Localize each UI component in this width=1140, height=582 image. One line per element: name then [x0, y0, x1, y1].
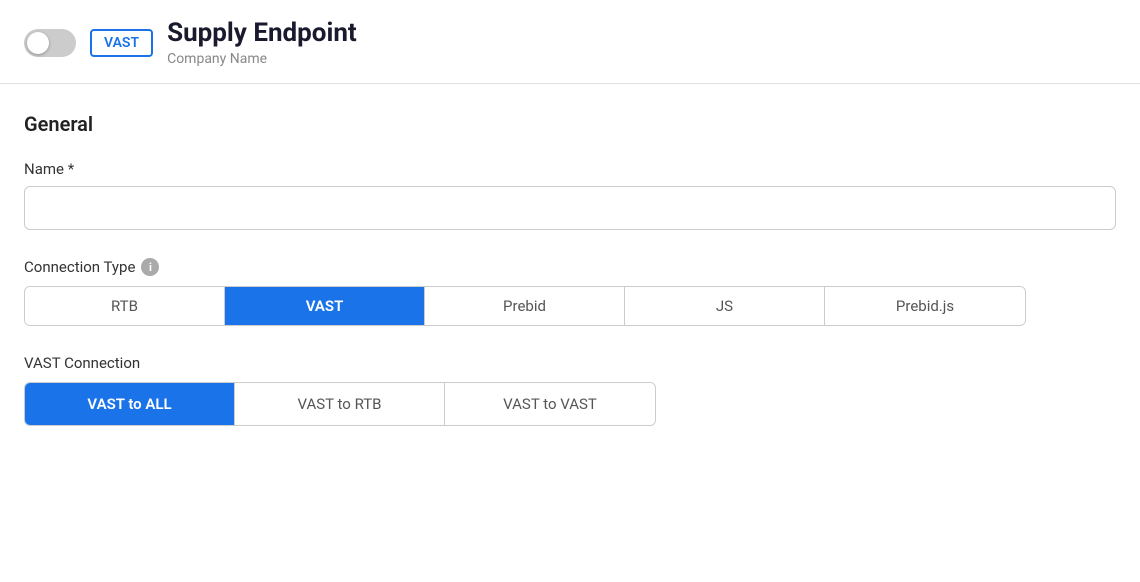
company-name-label: Company Name [167, 51, 357, 67]
vast-connection-label: VAST Connection [24, 354, 1116, 372]
connection-type-rtb-button[interactable]: RTB [25, 287, 225, 325]
connection-type-label: Connection Type i [24, 258, 1116, 276]
toggle-track [24, 29, 76, 57]
main-content: General Name * Connection Type i RTB VAS… [0, 84, 1140, 470]
status-toggle[interactable] [24, 29, 76, 57]
toggle-thumb [27, 32, 49, 54]
name-field-group: Name * [24, 160, 1116, 230]
vast-to-vast-button[interactable]: VAST to VAST [445, 383, 655, 425]
connection-type-js-button[interactable]: JS [625, 287, 825, 325]
connection-type-vast-button[interactable]: VAST [225, 287, 425, 325]
connection-type-section: Connection Type i RTB VAST Prebid JS Pre… [24, 258, 1116, 326]
connection-type-info-icon[interactable]: i [141, 258, 159, 276]
page-header: VAST Supply Endpoint Company Name [0, 0, 1140, 84]
general-section-title: General [24, 112, 1116, 136]
header-title-group: Supply Endpoint Company Name [167, 18, 357, 67]
vast-to-rtb-button[interactable]: VAST to RTB [235, 383, 445, 425]
connection-type-prebidjs-button[interactable]: Prebid.js [825, 287, 1025, 325]
connection-type-prebid-button[interactable]: Prebid [425, 287, 625, 325]
vast-to-all-button[interactable]: VAST to ALL [25, 383, 235, 425]
connection-type-button-group: RTB VAST Prebid JS Prebid.js [24, 286, 1026, 326]
vast-connection-button-group: VAST to ALL VAST to RTB VAST to VAST [24, 382, 656, 426]
vast-connection-section: VAST Connection VAST to ALL VAST to RTB … [24, 354, 1116, 426]
name-field-label: Name * [24, 160, 1116, 178]
name-input[interactable] [24, 186, 1116, 230]
page-title: Supply Endpoint [167, 18, 357, 49]
vast-badge: VAST [90, 29, 153, 57]
connection-type-text: Connection Type [24, 258, 135, 276]
